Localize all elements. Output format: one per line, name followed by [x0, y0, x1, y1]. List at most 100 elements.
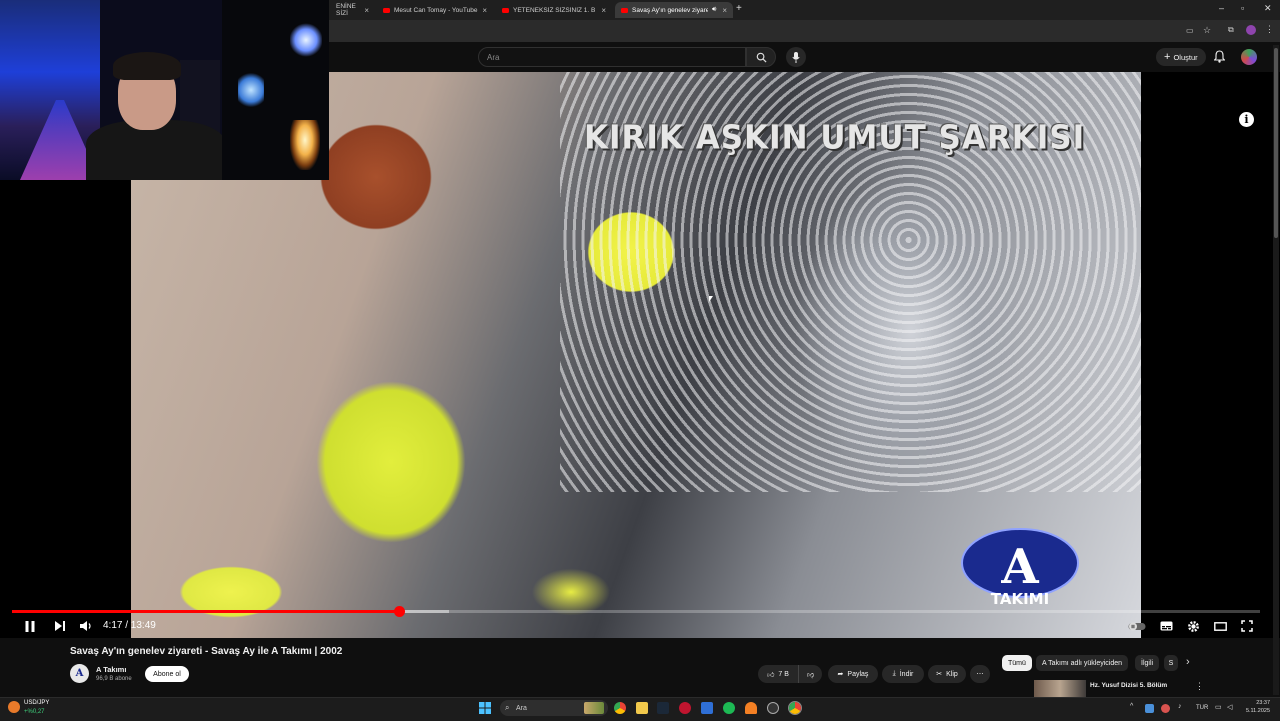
tray-mic-icon[interactable]: ♪: [1178, 703, 1182, 710]
channel-name[interactable]: A Takımı: [96, 665, 126, 674]
close-window-icon[interactable]: ✕: [1264, 3, 1272, 14]
tab-label: Savaş Ay'ın genelev ziyareti: [632, 6, 708, 14]
close-tab-icon[interactable]: ×: [601, 6, 606, 15]
weather-widget-icon[interactable]: [8, 701, 20, 713]
tab-label: YETENEKSİZ SİZSİNİZ 1. BÖLÜM: [513, 6, 595, 14]
skip-next-icon: [55, 621, 65, 631]
notifications-button[interactable]: [1213, 50, 1226, 68]
webcam-blue-figure: [238, 70, 264, 110]
tab-label: Mesut Can Tomay - YouTube: [394, 6, 478, 14]
scrubber-handle[interactable]: [393, 606, 405, 617]
settings-button[interactable]: [1184, 617, 1202, 635]
related-video-title[interactable]: Hz. Yusuf Dizisi 5. Bölüm: [1090, 682, 1167, 689]
profile-avatar[interactable]: [1246, 25, 1256, 35]
dislike-button[interactable]: 👎︎: [798, 665, 822, 683]
pause-button[interactable]: [21, 617, 39, 635]
close-tab-icon[interactable]: ×: [364, 6, 369, 15]
scrollbar-thumb[interactable]: [1274, 48, 1278, 238]
volume-tray-icon[interactable]: ◁: [1227, 703, 1232, 711]
language-indicator[interactable]: TUR: [1196, 705, 1208, 711]
close-tab-icon[interactable]: ×: [722, 6, 727, 15]
create-button[interactable]: + Oluştur: [1156, 48, 1206, 66]
chevron-right-icon[interactable]: ›: [1186, 656, 1190, 668]
chrome-icon[interactable]: [614, 702, 626, 714]
steam-icon[interactable]: [657, 702, 669, 714]
channel-avatar[interactable]: A: [70, 664, 89, 683]
share-button[interactable]: ➦ Paylaş: [828, 665, 878, 683]
chrome-active-icon[interactable]: [788, 701, 802, 715]
speaker-icon[interactable]: 🔊︎: [712, 6, 716, 14]
search-button[interactable]: [746, 47, 776, 67]
subtitles-button[interactable]: [1157, 617, 1175, 635]
subscribe-button[interactable]: Abone ol: [145, 666, 189, 682]
bell-icon: [1213, 50, 1226, 63]
theater-mode-button[interactable]: [1211, 617, 1229, 635]
browser-tab[interactable]: Mesut Can Tomay - YouTube ×: [377, 2, 493, 18]
volume-button[interactable]: [77, 617, 95, 635]
spotify-icon[interactable]: [723, 702, 735, 714]
autoplay-toggle[interactable]: [1128, 617, 1146, 635]
clock-time[interactable]: 23:37: [1238, 700, 1270, 706]
webcam-person-hair: [113, 52, 181, 80]
video-overlay-caption: KIRIK AŞKIN UMUT ŞARKISI: [584, 119, 1086, 157]
browser-tab[interactable]: YETENEKSİZ SİZSİNİZ 1. BÖLÜM ×: [496, 2, 612, 18]
youtube-favicon-icon: [502, 7, 509, 13]
app-icon[interactable]: [701, 702, 713, 714]
ticker-change: +%0,27: [24, 709, 45, 715]
new-tab-button[interactable]: +: [736, 3, 742, 14]
account-avatar[interactable]: [1241, 49, 1257, 65]
related-video-thumbnail[interactable]: [1034, 680, 1086, 698]
chip-all[interactable]: Tümü: [1002, 655, 1032, 671]
close-tab-icon[interactable]: ×: [482, 6, 487, 15]
extensions-icon[interactable]: ⧉: [1228, 25, 1234, 35]
obs-icon[interactable]: [767, 702, 779, 714]
browser-menu-icon[interactable]: ⋮: [1265, 24, 1274, 35]
cloud-app-icon[interactable]: [745, 702, 757, 714]
fullscreen-button[interactable]: [1238, 617, 1256, 635]
clock-date[interactable]: 5.11.2025: [1238, 708, 1270, 714]
info-icon[interactable]: i: [1239, 112, 1254, 127]
network-icon[interactable]: ▭: [1215, 703, 1222, 711]
like-count: 7 B: [778, 670, 789, 678]
related-menu-icon[interactable]: ⋮: [1195, 681, 1204, 692]
taskbar-widget-icon[interactable]: [584, 702, 604, 714]
opera-icon[interactable]: [679, 702, 691, 714]
search-icon: [756, 52, 767, 63]
minimize-icon[interactable]: –: [1219, 3, 1224, 13]
download-label: İndir: [899, 670, 914, 678]
volume-icon: [80, 621, 91, 631]
thumbs-down-icon: 👎︎: [806, 671, 815, 679]
next-button[interactable]: [51, 617, 69, 635]
download-button[interactable]: ⤓ İndir: [882, 665, 924, 683]
pause-icon: [25, 620, 35, 632]
clip-button[interactable]: ✂ Klip: [928, 665, 966, 683]
search-input[interactable]: Ara: [478, 47, 746, 67]
file-explorer-icon[interactable]: [636, 702, 648, 714]
cast-icon[interactable]: ▭: [1186, 26, 1194, 35]
like-button[interactable]: 👍︎ 7 B: [758, 665, 798, 683]
maximize-icon[interactable]: ▫: [1241, 3, 1244, 13]
ticker-symbol[interactable]: USD/JPY: [24, 700, 49, 706]
plus-icon: +: [1164, 51, 1171, 63]
chip-from-uploader[interactable]: A Takımı adlı yükleyiciden: [1036, 655, 1129, 671]
voice-search-button[interactable]: [786, 47, 806, 67]
webcam-lamp: [290, 120, 320, 170]
bookmark-star-icon[interactable]: ☆: [1203, 25, 1211, 36]
youtube-favicon-icon: [621, 7, 628, 13]
mouse-cursor-icon: [709, 296, 713, 302]
youtube-favicon-icon: [383, 7, 390, 13]
chip-related[interactable]: İlgili: [1135, 655, 1160, 671]
webcam-ship-figure: [290, 22, 322, 58]
tray-app-icon[interactable]: [1145, 704, 1154, 713]
autoplay-icon: [1128, 622, 1146, 630]
gear-icon: [1187, 620, 1199, 632]
theater-icon: [1213, 621, 1227, 631]
browser-tab[interactable]: ENİNE SİZİ ×: [330, 2, 375, 18]
tray-chevron-icon[interactable]: ^: [1130, 703, 1133, 710]
scissors-icon: ✂: [936, 671, 943, 678]
chip-partial[interactable]: S: [1164, 655, 1178, 671]
more-actions-button[interactable]: ⋯: [970, 665, 990, 683]
browser-tab-active[interactable]: Savaş Ay'ın genelev ziyareti 🔊︎ ×: [615, 2, 733, 18]
start-button[interactable]: [479, 701, 491, 719]
tray-app-icon[interactable]: [1161, 704, 1170, 713]
